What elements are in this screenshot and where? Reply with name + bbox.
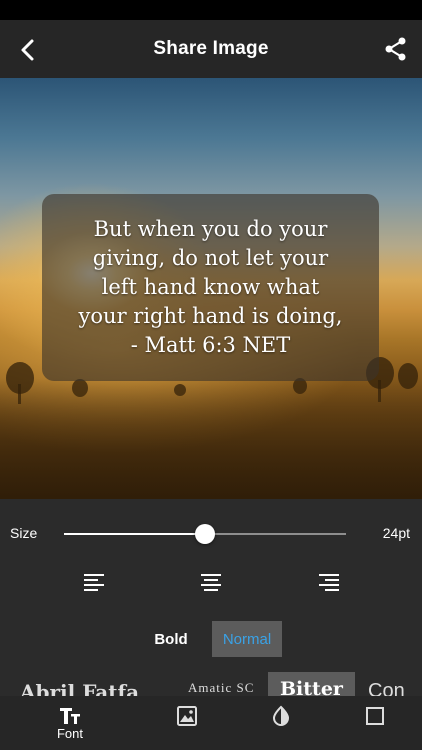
align-right-icon bbox=[319, 574, 339, 591]
slider-thumb[interactable] bbox=[195, 524, 215, 544]
tab-background[interactable] bbox=[335, 696, 415, 750]
normal-button[interactable]: Normal bbox=[212, 621, 282, 657]
quote-reference: - Matt 6:3 NET bbox=[130, 333, 291, 357]
slider-fill bbox=[64, 533, 205, 535]
alignment-row bbox=[0, 571, 422, 595]
quote-line: your right hand is doing, bbox=[78, 304, 343, 328]
text-size-icon bbox=[60, 708, 80, 724]
quote-text: But when you do your giving, do not let … bbox=[51, 215, 371, 360]
share-button[interactable] bbox=[382, 35, 410, 63]
image-icon bbox=[177, 706, 197, 726]
font-controls: Size 24pt Bold Normal bbox=[0, 499, 422, 699]
align-left-button[interactable] bbox=[82, 571, 106, 595]
size-label: Size bbox=[10, 525, 38, 541]
bold-button[interactable]: Bold bbox=[138, 621, 204, 657]
align-center-icon bbox=[201, 574, 221, 591]
font-picker-strip: Abril Fatfa Amatic SC Bitter Con bbox=[0, 672, 422, 696]
font-option[interactable]: Con bbox=[368, 680, 405, 696]
size-value: 24pt bbox=[382, 525, 410, 541]
tab-contrast[interactable] bbox=[241, 696, 321, 750]
weight-row: Bold Normal bbox=[0, 621, 422, 657]
image-preview: But when you do your giving, do not let … bbox=[0, 78, 422, 499]
font-option-selected[interactable]: Bitter bbox=[268, 672, 355, 696]
tab-font[interactable]: Font bbox=[30, 696, 110, 750]
align-center-button[interactable] bbox=[199, 571, 223, 595]
chevron-left-icon bbox=[21, 39, 34, 61]
font-option[interactable]: Amatic SC bbox=[188, 680, 254, 696]
align-right-button[interactable] bbox=[317, 571, 341, 595]
contrast-icon bbox=[272, 705, 290, 726]
status-bar bbox=[0, 0, 422, 20]
quote-line: But when you do your bbox=[93, 217, 328, 241]
align-left-icon bbox=[84, 574, 104, 591]
tab-label: Font bbox=[56, 726, 83, 741]
back-button[interactable] bbox=[14, 36, 42, 64]
tab-image[interactable] bbox=[147, 696, 227, 750]
quote-line: left hand know what bbox=[101, 275, 320, 299]
nav-bar: Share Image bbox=[0, 20, 422, 78]
page-title: Share Image bbox=[153, 38, 269, 59]
square-icon bbox=[366, 707, 384, 725]
quote-overlay[interactable]: But when you do your giving, do not let … bbox=[42, 194, 379, 381]
font-option[interactable]: Abril Fatfa bbox=[20, 680, 139, 696]
bottom-tab-bar: Font bbox=[0, 696, 422, 750]
share-icon bbox=[385, 37, 406, 61]
size-slider[interactable] bbox=[64, 524, 346, 544]
foreground-field bbox=[0, 378, 422, 499]
quote-line: giving, do not let your bbox=[92, 246, 329, 270]
